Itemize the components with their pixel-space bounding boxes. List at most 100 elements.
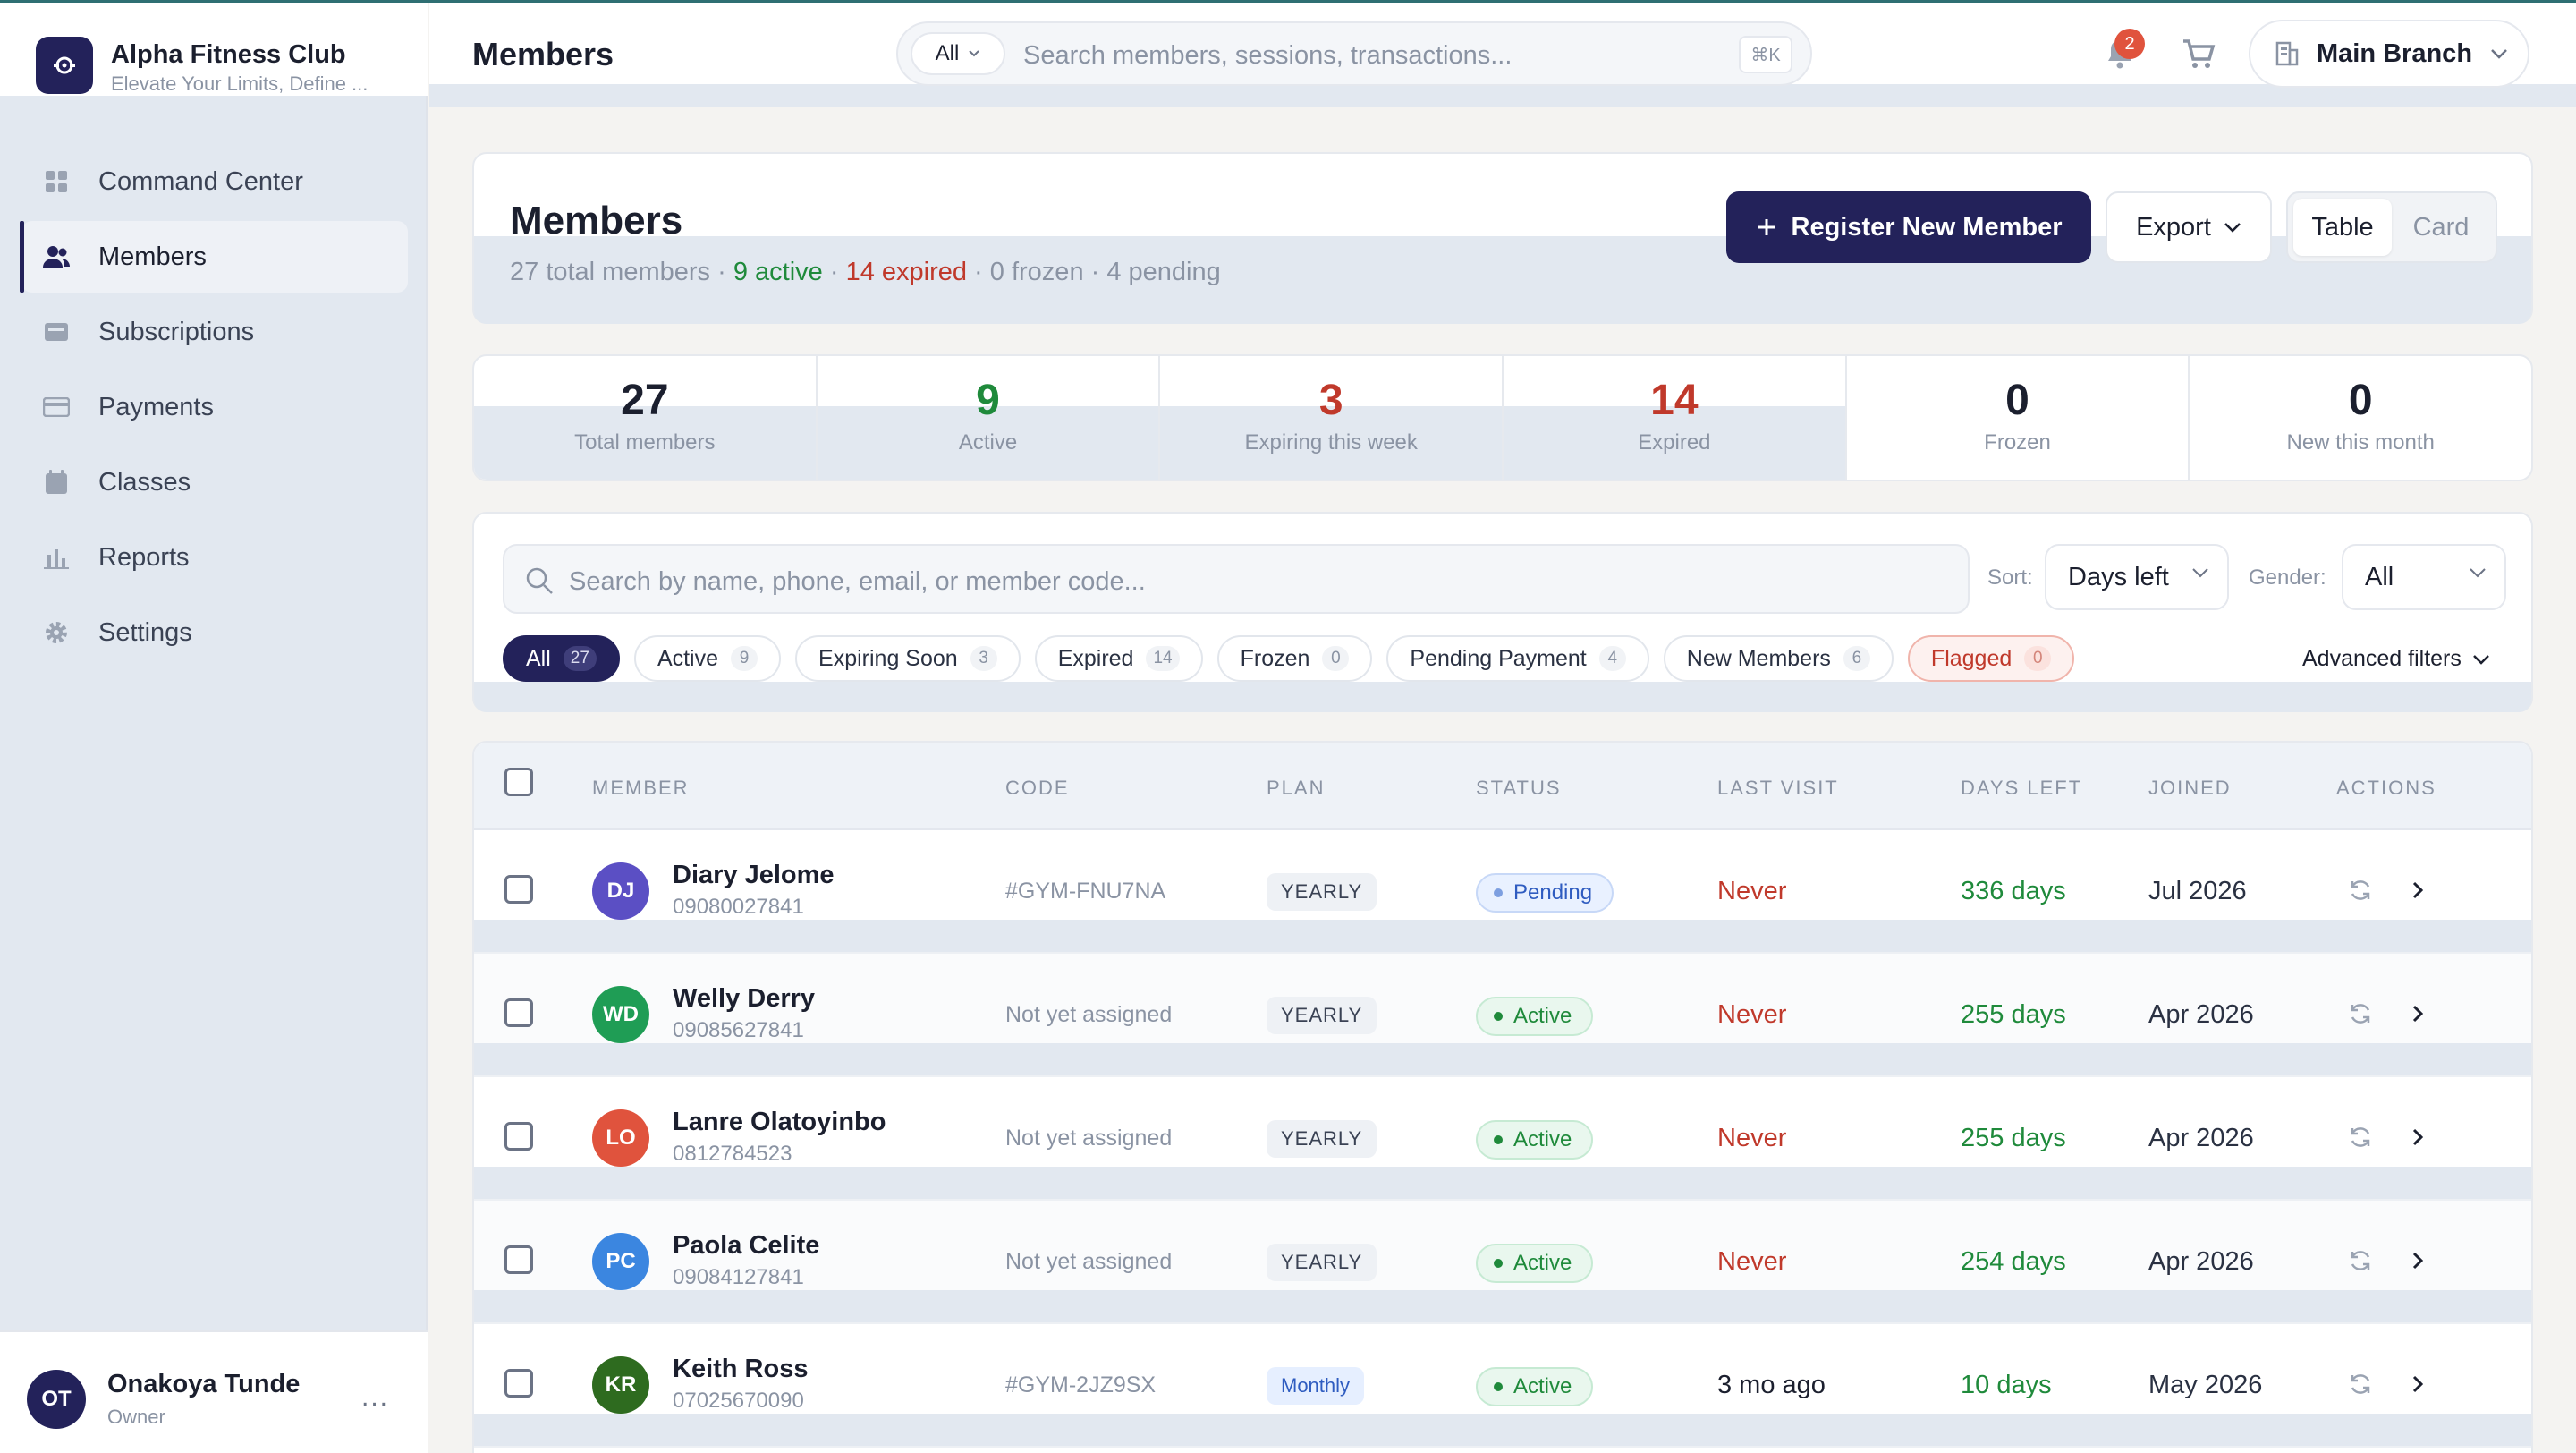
member-phone: 09085627841 [673, 1018, 804, 1042]
renew-icon[interactable] [2347, 877, 2374, 904]
table-row[interactable]: KR Keith Ross 07025670090 #GYM-2JZ9SX Mo… [474, 1324, 2531, 1448]
table-row[interactable]: WD Welly Derry 09085627841 Not yet assig… [474, 954, 2531, 1077]
renew-icon[interactable] [2347, 1371, 2374, 1398]
member-search-input[interactable]: Search by name, phone, email, or member … [503, 544, 1970, 614]
table-row[interactable]: PC Paola Celite 09084127841 Not yet assi… [474, 1201, 2531, 1324]
stat-expired[interactable]: 14 Expired [1504, 356, 1847, 480]
filter-chip-expiring-soon[interactable]: Expiring Soon 3 [795, 635, 1021, 682]
gear-icon [43, 619, 70, 646]
sidebar-item-label: Reports [98, 542, 190, 572]
sidebar-item-payments[interactable]: Payments [21, 371, 408, 443]
row-checkbox[interactable] [504, 1245, 533, 1274]
sidebar-item-members[interactable]: Members [20, 221, 408, 293]
status-text: Active [1513, 1251, 1572, 1275]
members-summary-card: Members 27 total members · 9 active · 14… [472, 152, 2533, 324]
user-profile[interactable]: OT Onakoya Tunde Owner ... [0, 1330, 428, 1453]
column-header-last-visit[interactable]: LAST VISIT [1717, 777, 1839, 800]
chip-count: 14 [1146, 646, 1180, 671]
stat-frozen[interactable]: 0 Frozen [1847, 356, 2190, 480]
table-row[interactable]: DJ Diary Jelome 09080027841 #GYM-FNU7NA … [474, 830, 2531, 954]
user-name: Onakoya Tunde [107, 1370, 301, 1398]
branch-selector[interactable]: Main Branch [2249, 20, 2529, 88]
filter-chip-active[interactable]: Active 9 [633, 635, 782, 682]
sidebar-item-settings[interactable]: Settings [21, 597, 408, 668]
chevron-right-icon[interactable] [2404, 877, 2431, 904]
member-name[interactable]: Lanre Olatoyinbo [673, 1108, 886, 1137]
row-band [474, 1043, 2531, 1075]
gender-select[interactable]: All [2342, 544, 2506, 610]
members-summary: 27 total members · 9 active · 14 expired… [510, 258, 1221, 286]
avatar: LO [592, 1109, 649, 1167]
filter-chip-all[interactable]: All 27 [503, 635, 620, 682]
frozen-members-count: 0 frozen [989, 258, 1084, 286]
column-header-plan[interactable]: PLAN [1267, 777, 1325, 800]
select-all-checkbox[interactable] [504, 768, 533, 796]
member-name[interactable]: Keith Ross [673, 1355, 808, 1384]
chevron-right-icon[interactable] [2404, 1371, 2431, 1398]
chevron-down-icon [2472, 654, 2489, 665]
chevron-right-icon[interactable] [2404, 1124, 2431, 1151]
column-header-days-left[interactable]: DAYS LEFT [1961, 777, 2082, 800]
stat-expiring-this-week[interactable]: 3 Expiring this week [1160, 356, 1504, 480]
filter-chip-new-members[interactable]: New Members 6 [1663, 635, 1894, 682]
column-header-status[interactable]: STATUS [1476, 777, 1562, 800]
chip-label: Frozen [1240, 645, 1310, 671]
view-table-button[interactable]: Table [2293, 199, 2392, 256]
sidebar-item-reports[interactable]: Reports [21, 522, 408, 593]
filter-chip-expired[interactable]: Expired 14 [1034, 635, 1203, 682]
stat-active[interactable]: 9 Active [817, 356, 1161, 480]
brand-header: Alpha Fitness Club Elevate Your Limits, … [0, 3, 428, 96]
row-checkbox[interactable] [504, 1122, 533, 1151]
header-divider [429, 84, 2576, 107]
filter-chip-pending-payment[interactable]: Pending Payment 4 [1386, 635, 1649, 682]
sort-select[interactable]: Days left [2045, 544, 2229, 610]
avatar: PC [592, 1233, 649, 1290]
export-button[interactable]: Export [2106, 191, 2272, 263]
row-checkbox[interactable] [504, 998, 533, 1027]
table-row[interactable]: LO Lanre Olatoyinbo 0812784523 Not yet a… [474, 1077, 2531, 1201]
search-scope-select[interactable]: All [911, 32, 1005, 75]
cart-icon[interactable] [2181, 36, 2216, 72]
filter-chip-flagged[interactable]: Flagged 0 [1907, 635, 2075, 682]
renew-icon[interactable] [2347, 1000, 2374, 1027]
member-name[interactable]: Diary Jelome [673, 861, 835, 890]
sidebar-nav: Command Center Members Subscriptions Pay… [20, 146, 408, 672]
renew-icon[interactable] [2347, 1247, 2374, 1274]
plan-badge: YEARLY [1267, 997, 1377, 1034]
sidebar-item-label: Members [98, 242, 207, 271]
renew-icon[interactable] [2347, 1124, 2374, 1151]
brand-logo-icon[interactable] [36, 37, 93, 94]
more-options-button[interactable]: ... [361, 1382, 389, 1413]
chevron-down-icon [2192, 568, 2208, 578]
status-dot [1494, 1135, 1503, 1144]
stat-total-members[interactable]: 27 Total members [474, 356, 818, 480]
register-new-member-button[interactable]: Register New Member [1726, 191, 2091, 263]
chevron-right-icon[interactable] [2404, 1247, 2431, 1274]
global-search-bar[interactable]: All Search members, sessions, transactio… [896, 21, 1812, 86]
grid-icon [43, 168, 70, 195]
global-search-input[interactable]: Search members, sessions, transactions..… [1023, 41, 1512, 71]
sidebar-item-command-center[interactable]: Command Center [21, 146, 408, 217]
member-name[interactable]: Paola Celite [673, 1231, 819, 1261]
view-card-button[interactable]: Card [2392, 199, 2490, 256]
column-header-joined[interactable]: JOINED [2148, 777, 2232, 800]
joined-date: Apr 2026 [2148, 1247, 2254, 1276]
last-visit: Never [1717, 1000, 1787, 1029]
column-header-code[interactable]: CODE [1005, 777, 1070, 800]
row-band [474, 1290, 2531, 1322]
filter-chip-frozen[interactable]: Frozen 0 [1216, 635, 1373, 682]
column-header-member[interactable]: MEMBER [592, 777, 690, 800]
sidebar-item-subscriptions[interactable]: Subscriptions [21, 296, 408, 368]
row-checkbox[interactable] [504, 1369, 533, 1398]
building-icon [2275, 41, 2299, 66]
chevron-down-icon [2491, 49, 2507, 59]
stat-new-this-month[interactable]: 0 New this month [2190, 356, 2531, 480]
stat-label: Expiring this week [1244, 430, 1418, 455]
row-checkbox[interactable] [504, 875, 533, 904]
branch-name: Main Branch [2317, 38, 2473, 68]
stat-value: 14 [1650, 377, 1699, 424]
sidebar-item-classes[interactable]: Classes [21, 446, 408, 518]
chevron-right-icon[interactable] [2404, 1000, 2431, 1027]
advanced-filters-toggle[interactable]: Advanced filters [2302, 646, 2490, 672]
member-name[interactable]: Welly Derry [673, 984, 815, 1014]
